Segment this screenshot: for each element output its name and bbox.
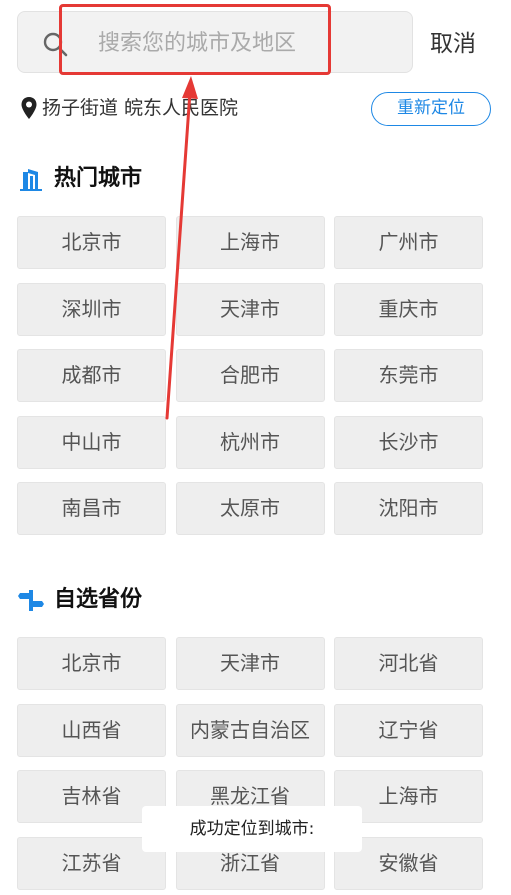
hot_cities-chip[interactable]: 沈阳市: [334, 482, 483, 535]
search-icon: [43, 32, 68, 57]
hot_cities-chip[interactable]: 深圳市: [17, 282, 166, 336]
search-box[interactable]: [17, 11, 413, 73]
building-icon: [20, 169, 42, 191]
cancel-button[interactable]: 取消: [430, 24, 500, 64]
hot_cities-chip[interactable]: 上海市: [175, 216, 325, 269]
provinces-chip[interactable]: 天津市: [175, 637, 325, 690]
location-pin-icon: [21, 97, 37, 119]
hot_cities-chip[interactable]: 北京市: [17, 216, 166, 269]
hot_cities-chip[interactable]: 重庆市: [334, 282, 483, 336]
hot_cities-chip[interactable]: 东莞市: [334, 349, 483, 402]
hot_cities-chip[interactable]: 太原市: [175, 482, 325, 535]
hot_cities-chip[interactable]: 中山市: [17, 415, 166, 469]
provinces-chip[interactable]: 北京市: [17, 637, 166, 690]
hot_cities-chip[interactable]: 南昌市: [17, 482, 166, 535]
signpost-icon: [18, 590, 44, 611]
provinces-chip[interactable]: 山西省: [17, 703, 166, 757]
provinces-title: 自选省份: [54, 587, 143, 612]
relocate-button[interactable]: 重新定位: [371, 92, 491, 126]
hot_cities-chip[interactable]: 天津市: [175, 282, 325, 336]
current-location-text: 扬子街道 皖东人民医院: [42, 97, 239, 119]
hot_cities-chip[interactable]: 成都市: [17, 349, 166, 402]
current-location-row: 扬子街道 皖东人民医院 重新定位: [0, 86, 511, 132]
provinces-chip[interactable]: 辽宁省: [334, 703, 483, 757]
hot_cities-chip[interactable]: 合肥市: [175, 349, 325, 402]
hot_cities-chip[interactable]: 广州市: [334, 216, 483, 269]
hot-cities-title: 热门城市: [54, 166, 143, 191]
hot_cities-chip[interactable]: 长沙市: [334, 415, 483, 469]
search-bar: 取消: [0, 0, 511, 80]
provinces-chip[interactable]: 河北省: [334, 637, 483, 690]
hot_cities-chip[interactable]: 杭州市: [175, 415, 325, 469]
provinces-chip[interactable]: 内蒙古自治区: [175, 703, 325, 757]
location-toast: 成功定位到城市:: [142, 806, 362, 852]
search-input[interactable]: [78, 26, 373, 60]
